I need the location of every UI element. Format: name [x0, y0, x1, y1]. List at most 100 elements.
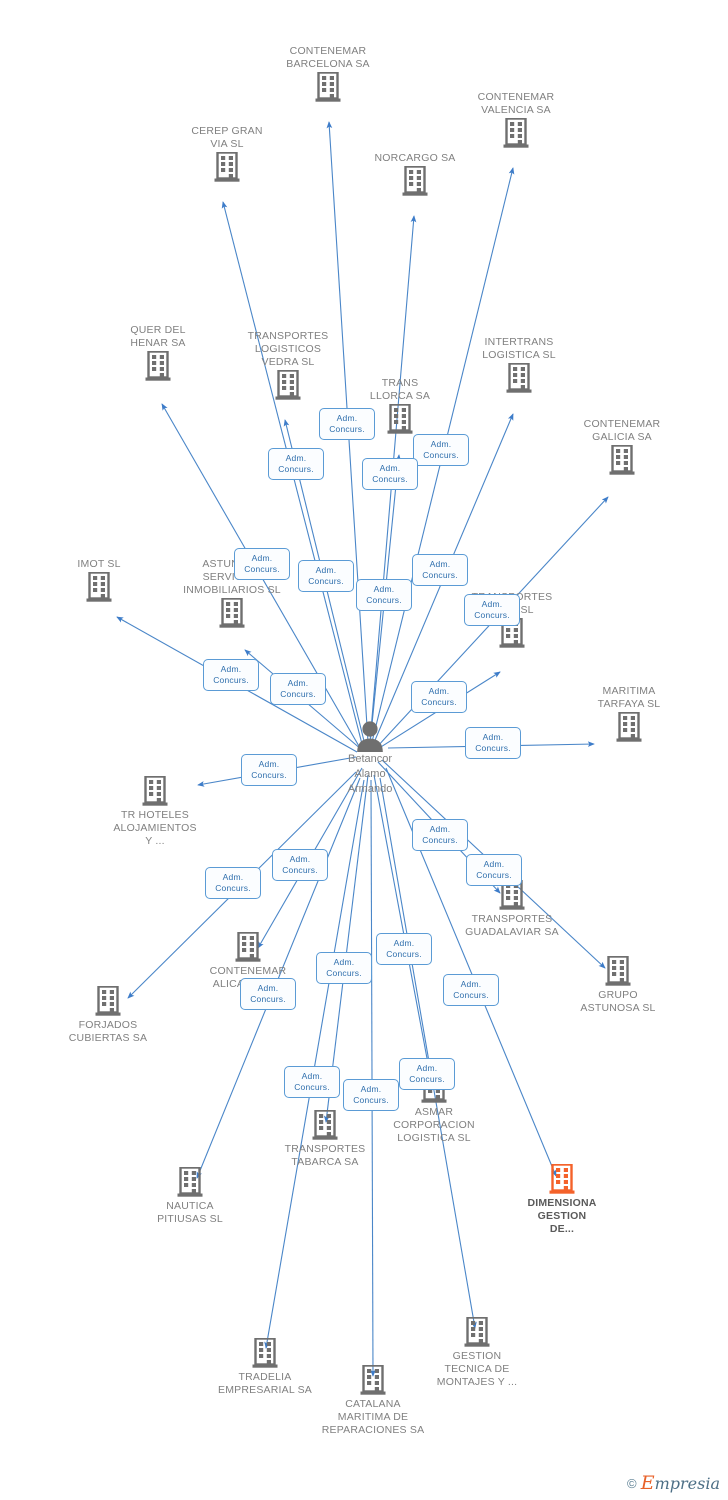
building-icon [88, 350, 228, 383]
company-node-intertrans-logistica[interactable]: INTERTRANS LOGISTICA SL [449, 336, 589, 395]
person-icon [300, 720, 440, 752]
badge-line-1: Adm. [333, 957, 355, 967]
building-icon [85, 775, 225, 808]
badge-line-1: Adm. [428, 686, 450, 696]
badge-line-1: Adm. [315, 565, 337, 575]
company-node-contenemar-valencia[interactable]: CONTENEMAR VALENCIA SA [446, 91, 586, 150]
adm-concursal-badge[interactable]: Adm. Concurs. [362, 458, 418, 490]
badge-line-2: Concurs. [409, 1074, 445, 1084]
adm-concursal-badge[interactable]: Adm. Concurs. [411, 681, 467, 713]
adm-concursal-badge[interactable]: Adm. Concurs. [465, 727, 521, 759]
badge-line-2: Concurs. [294, 1082, 330, 1092]
company-node-dimensiona-gestion[interactable]: DIMENSIONA GESTION DE... [492, 1163, 632, 1236]
badge-line-1: Adm. [393, 938, 415, 948]
adm-concursal-badge[interactable]: Adm. Concurs. [412, 554, 468, 586]
company-node-quer-del-henar[interactable]: QUER DEL HENAR SA [88, 324, 228, 383]
company-node-forjados-cubiertas[interactable]: FORJADOS CUBIERTAS SA [38, 985, 178, 1045]
badge-line-2: Concurs. [251, 770, 287, 780]
company-node-norcargo[interactable]: NORCARGO SA [345, 152, 485, 198]
badge-line-1: Adm. [301, 1071, 323, 1081]
badge-line-2: Concurs. [421, 697, 457, 707]
company-node-label: TRANSPORTES LOGISTICOS VEDRA SL [247, 330, 329, 368]
adm-concursal-badge[interactable]: Adm. Concurs. [466, 854, 522, 886]
company-node-label: DIMENSIONA GESTION DE... [527, 1197, 597, 1235]
adm-concursal-badge[interactable]: Adm. Concurs. [268, 448, 324, 480]
building-icon [449, 362, 589, 395]
company-node-imot[interactable]: IMOT SL [29, 558, 169, 604]
adm-concursal-badge[interactable]: Adm. Concurs. [343, 1079, 399, 1111]
adm-concursal-badge[interactable]: Adm. Concurs. [316, 952, 372, 984]
company-node-maritima-tarfaya[interactable]: MARITIMA TARFAYA SL [559, 685, 699, 744]
adm-concursal-badge[interactable]: Adm. Concurs. [240, 978, 296, 1010]
badge-line-1: Adm. [336, 413, 358, 423]
badge-line-2: Concurs. [386, 949, 422, 959]
company-network-diagram: CONTENEMAR BARCELONA SA CONTENEMAR VALENC… [0, 0, 728, 1500]
brand-name: Empresia [641, 1472, 720, 1494]
company-node-tr-hoteles[interactable]: TR HOTELES ALOJAMIENTOS Y ... [85, 775, 225, 848]
adm-concursal-badge[interactable]: Adm. Concurs. [443, 974, 499, 1006]
adm-concursal-badge[interactable]: Adm. Concurs. [413, 434, 469, 466]
adm-concursal-badge[interactable]: Adm. Concurs. [399, 1058, 455, 1090]
badge-line-2: Concurs. [353, 1095, 389, 1105]
company-node-label: CONTENEMAR BARCELONA SA [286, 45, 370, 70]
company-node-transportes-tabarca[interactable]: TRANSPORTES TABARCA SA [255, 1109, 395, 1169]
company-node-contenemar-galicia[interactable]: CONTENEMAR GALICIA SA [552, 418, 692, 477]
adm-concursal-badge[interactable]: Adm. Concurs. [203, 659, 259, 691]
adm-concursal-badge[interactable]: Adm. Concurs. [376, 933, 432, 965]
company-node-catalana-maritima[interactable]: CATALANA MARITIMA DE REPARACIONES SA [303, 1364, 443, 1437]
building-icon [29, 571, 169, 604]
adm-concursal-badge[interactable]: Adm. Concurs. [284, 1066, 340, 1098]
building-icon [157, 151, 297, 184]
adm-concursal-badge[interactable]: Adm. Concurs. [464, 594, 520, 626]
company-node-label: INTERTRANS LOGISTICA SL [482, 336, 556, 361]
badge-line-2: Concurs. [278, 464, 314, 474]
edge-center-to-gestion-tecnica-montajes [379, 777, 477, 1329]
building-icon [178, 931, 318, 964]
badge-line-1: Adm. [481, 599, 503, 609]
badge-line-1: Adm. [430, 439, 452, 449]
company-node-label: FORJADOS CUBIERTAS SA [68, 1019, 148, 1044]
adm-concursal-badge[interactable]: Adm. Concurs. [270, 673, 326, 705]
building-icon [255, 1109, 395, 1142]
badge-line-1: Adm. [220, 664, 242, 674]
badge-line-1: Adm. [251, 553, 273, 563]
company-node-label: MARITIMA TARFAYA SL [597, 685, 661, 710]
company-node-transportes-guadalaviar[interactable]: TRANSPORTES GUADALAVIAR SA [442, 879, 582, 939]
badge-line-2: Concurs. [213, 675, 249, 685]
building-icon [548, 955, 688, 988]
adm-concursal-badge[interactable]: Adm. Concurs. [412, 819, 468, 851]
adm-concursal-badge[interactable]: Adm. Concurs. [234, 548, 290, 580]
building-icon [446, 117, 586, 150]
company-node-label: IMOT SL [77, 558, 121, 570]
badge-line-2: Concurs. [422, 835, 458, 845]
building-icon [258, 71, 398, 104]
company-node-label: CONTENEMAR GALICIA SA [583, 418, 661, 443]
badge-line-2: Concurs. [215, 883, 251, 893]
adm-concursal-badge[interactable]: Adm. Concurs. [205, 867, 261, 899]
company-node-label: NORCARGO SA [374, 152, 456, 164]
adm-concursal-badge[interactable]: Adm. Concurs. [319, 408, 375, 440]
adm-concursal-badge[interactable]: Adm. Concurs. [356, 579, 412, 611]
company-node-contenemar-barcelona[interactable]: CONTENEMAR BARCELONA SA [258, 45, 398, 104]
adm-concursal-badge[interactable]: Adm. Concurs. [298, 560, 354, 592]
building-icon [38, 985, 178, 1018]
company-node-label: QUER DEL HENAR SA [130, 324, 186, 349]
company-node-nautica-pitiusas[interactable]: NAUTICA PITIUSAS SL [120, 1166, 260, 1226]
badge-line-1: Adm. [285, 453, 307, 463]
badge-line-2: Concurs. [282, 865, 318, 875]
badge-line-2: Concurs. [308, 576, 344, 586]
person-node-betancor-alamo-armando[interactable]: Betancor Alamo Armando [300, 720, 440, 797]
company-node-label: CATALANA MARITIMA DE REPARACIONES SA [321, 1398, 425, 1436]
badge-line-2: Concurs. [244, 564, 280, 574]
badge-line-1: Adm. [257, 983, 279, 993]
company-node-cerep-gran-via[interactable]: CEREP GRAN VIA SL [157, 125, 297, 184]
badge-line-1: Adm. [373, 584, 395, 594]
building-icon [492, 1163, 632, 1196]
adm-concursal-badge[interactable]: Adm. Concurs. [241, 754, 297, 786]
empresia-watermark: © Empresia [627, 1472, 720, 1494]
building-icon [345, 165, 485, 198]
company-node-grupo-astunosa[interactable]: GRUPO ASTUNOSA SL [548, 955, 688, 1015]
adm-concursal-badge[interactable]: Adm. Concurs. [272, 849, 328, 881]
brand-rest: mpresia [654, 1474, 720, 1493]
badge-line-2: Concurs. [422, 570, 458, 580]
